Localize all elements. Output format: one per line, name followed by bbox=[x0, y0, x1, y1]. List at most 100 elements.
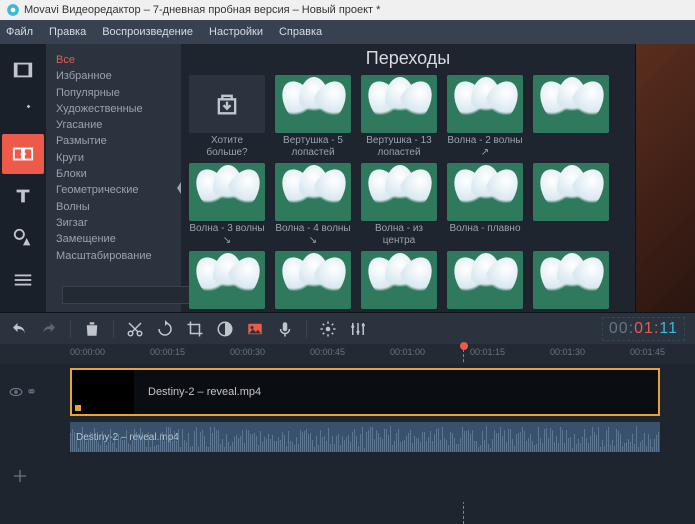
category-item[interactable]: Угасание bbox=[56, 117, 171, 133]
rotate-button[interactable] bbox=[156, 320, 174, 338]
collapse-panel-icon[interactable] bbox=[175, 178, 183, 198]
add-track-button[interactable] bbox=[12, 468, 28, 484]
category-item[interactable]: Волны bbox=[56, 199, 171, 215]
category-item[interactable]: Популярные bbox=[56, 85, 171, 101]
transition-tile[interactable]: Вертушка - 5 лопастей bbox=[275, 75, 351, 159]
video-clip[interactable]: Destiny-2 – reveal.mp4 bbox=[70, 368, 660, 416]
category-item[interactable]: Масштабирование bbox=[56, 248, 171, 264]
transition-tile[interactable]: Волна - 3 волны ↘ bbox=[189, 163, 265, 247]
tool-more[interactable] bbox=[2, 260, 44, 300]
transition-name: Хотите больше? bbox=[189, 135, 265, 159]
menu-help[interactable]: Справка bbox=[279, 26, 322, 38]
undo-button[interactable] bbox=[10, 320, 28, 338]
equalizer-button[interactable] bbox=[349, 320, 367, 338]
properties-button[interactable] bbox=[319, 320, 337, 338]
category-item[interactable]: Замещение bbox=[56, 231, 171, 247]
transition-thumb bbox=[361, 163, 437, 221]
category-item[interactable]: Круги bbox=[56, 150, 171, 166]
app-icon bbox=[6, 3, 20, 17]
timeline-tracks: ⚭ Destiny-2 – reveal.mp4 Destiny-2 – rev… bbox=[0, 364, 695, 502]
menu-file[interactable]: Файл bbox=[6, 26, 33, 38]
ruler-tick: 00:00:45 bbox=[310, 347, 345, 357]
menu-playback[interactable]: Воспроизведение bbox=[102, 26, 193, 38]
transition-name: Волна - 3 волны ↘ bbox=[189, 223, 265, 247]
timecode: 00:01:11 bbox=[602, 317, 685, 341]
transition-tile[interactable]: Волна - плавно bbox=[447, 163, 523, 247]
tool-filters[interactable] bbox=[2, 92, 44, 132]
tool-column bbox=[0, 44, 46, 312]
transition-name bbox=[533, 135, 609, 159]
transition-thumb bbox=[447, 75, 523, 133]
category-item[interactable]: Размытие bbox=[56, 133, 171, 149]
audio-clip[interactable]: Destiny-2 – reveal.mp4 bbox=[70, 422, 660, 452]
redo-button[interactable] bbox=[40, 320, 58, 338]
transitions-browser: Переходы Хотите больше?Вертушка - 5 лопа… bbox=[181, 44, 635, 312]
transition-thumb bbox=[361, 251, 437, 309]
image-button[interactable] bbox=[246, 320, 264, 338]
ruler-tick: 00:01:15 bbox=[470, 347, 505, 357]
transition-name: Вертушка - 13 лопастей bbox=[361, 135, 437, 159]
transition-thumb bbox=[447, 163, 523, 221]
link-icon[interactable]: ⚭ bbox=[26, 384, 37, 400]
cut-button[interactable] bbox=[126, 320, 144, 338]
tool-transitions[interactable] bbox=[2, 134, 44, 174]
crop-button[interactable] bbox=[186, 320, 204, 338]
transition-name bbox=[447, 311, 523, 312]
transition-thumb bbox=[189, 163, 265, 221]
transition-tile[interactable] bbox=[275, 251, 351, 312]
tool-media[interactable] bbox=[2, 50, 44, 90]
tool-shapes[interactable] bbox=[2, 218, 44, 258]
ruler-tick: 00:00:30 bbox=[230, 347, 265, 357]
category-item[interactable]: Художественные bbox=[56, 101, 171, 117]
transition-tile[interactable]: Волна - из центра bbox=[361, 163, 437, 247]
transition-thumb bbox=[533, 75, 609, 133]
transition-name: Волна - плавно bbox=[447, 223, 523, 247]
video-track-head: ⚭ bbox=[0, 384, 46, 400]
preview-pane bbox=[635, 44, 695, 312]
transition-tile[interactable]: Волна - 2 волны ↗ bbox=[447, 75, 523, 159]
transition-name: Волна - из центра bbox=[361, 223, 437, 247]
titlebar: Movavi Видеоредактор – 7-дневная пробная… bbox=[0, 0, 695, 20]
ruler-tick: 00:01:30 bbox=[550, 347, 585, 357]
transition-tile[interactable] bbox=[533, 163, 609, 247]
transition-name bbox=[533, 311, 609, 312]
transition-tile[interactable]: Хотите больше? bbox=[189, 75, 265, 159]
ruler-tick: 00:01:45 bbox=[630, 347, 665, 357]
eye-icon[interactable] bbox=[9, 385, 23, 399]
transition-thumb bbox=[533, 163, 609, 221]
search-input[interactable] bbox=[62, 286, 204, 304]
category-item[interactable]: Геометрические bbox=[56, 182, 171, 198]
category-item[interactable]: Все bbox=[56, 52, 171, 68]
transition-tile[interactable] bbox=[189, 251, 265, 312]
color-button[interactable] bbox=[216, 320, 234, 338]
menu-edit[interactable]: Правка bbox=[49, 26, 86, 38]
delete-button[interactable] bbox=[83, 320, 101, 338]
transition-name: Волна - 2 волны ↗ bbox=[447, 135, 523, 159]
menubar: Файл Правка Воспроизведение Настройки Сп… bbox=[0, 20, 695, 44]
transition-thumb bbox=[275, 251, 351, 309]
transition-thumb bbox=[189, 251, 265, 309]
timeline-toolbar: 00:01:11 bbox=[0, 312, 695, 344]
transition-name bbox=[361, 311, 437, 312]
ruler-tick: 00:01:00 bbox=[390, 347, 425, 357]
transition-tile[interactable]: Вертушка - 13 лопастей bbox=[361, 75, 437, 159]
transition-tile[interactable] bbox=[361, 251, 437, 312]
ruler-tick: 00:00:15 bbox=[150, 347, 185, 357]
transition-tile[interactable] bbox=[447, 251, 523, 312]
timeline-ruler[interactable]: 00:00:0000:00:1500:00:3000:00:4500:01:00… bbox=[0, 344, 695, 364]
clip-label: Destiny-2 – reveal.mp4 bbox=[148, 386, 261, 398]
tool-titles[interactable] bbox=[2, 176, 44, 216]
transition-thumb bbox=[361, 75, 437, 133]
menu-settings[interactable]: Настройки bbox=[209, 26, 263, 38]
transition-tile[interactable] bbox=[533, 75, 609, 159]
category-panel: Все Избранное Популярные Художественные … bbox=[46, 44, 181, 312]
category-item[interactable]: Зигзаг bbox=[56, 215, 171, 231]
transition-tile[interactable]: Волна - 4 волны ↘ bbox=[275, 163, 351, 247]
mic-button[interactable] bbox=[276, 320, 294, 338]
transition-name bbox=[275, 311, 351, 312]
category-item[interactable]: Блоки bbox=[56, 166, 171, 182]
transition-thumb bbox=[447, 251, 523, 309]
transition-tile[interactable] bbox=[533, 251, 609, 312]
window-title: Movavi Видеоредактор – 7-дневная пробная… bbox=[24, 4, 380, 16]
category-item[interactable]: Избранное bbox=[56, 68, 171, 84]
